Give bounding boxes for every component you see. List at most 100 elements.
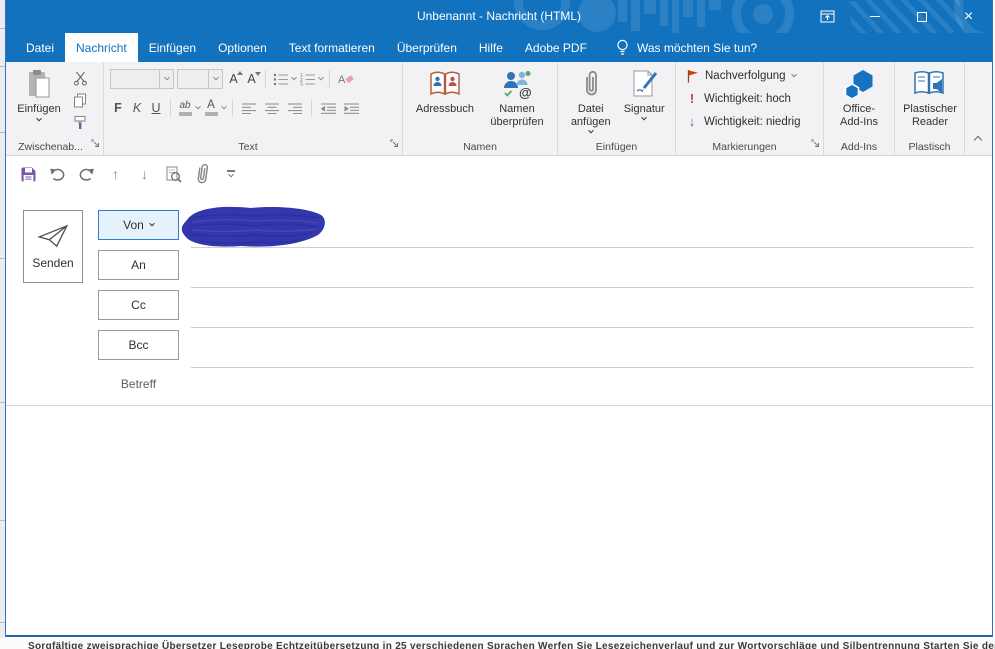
align-center-button[interactable] [262, 99, 282, 117]
group-label-text: Text [238, 141, 258, 153]
grow-font-button[interactable]: A [226, 71, 243, 86]
check-names-button[interactable]: @ Namen überprüfen [483, 66, 551, 129]
group-addins: Office- Add-Ins Add-Ins [824, 62, 895, 155]
dialog-launcher-icon[interactable] [390, 135, 399, 153]
send-button[interactable]: Senden [23, 210, 83, 283]
tab-optionen[interactable]: Optionen [207, 33, 278, 62]
office-addins-label-line2: Add-Ins [840, 116, 878, 128]
decrease-indent-button[interactable] [318, 99, 338, 117]
move-up-button[interactable]: ↑ [101, 161, 130, 187]
font-color-button[interactable]: A [203, 100, 219, 116]
chevron-down-icon[interactable] [221, 103, 227, 110]
move-down-button[interactable]: ↓ [130, 161, 159, 187]
print-preview-button[interactable] [159, 161, 188, 187]
quick-access-toolbar: ↑ ↓ [6, 156, 992, 192]
scissors-icon [73, 71, 87, 86]
signature-button[interactable]: Signatur [619, 66, 669, 134]
align-left-icon [242, 103, 256, 114]
print-preview-icon [166, 166, 182, 183]
separator [311, 99, 312, 117]
tab-einfuegen[interactable]: Einfügen [138, 33, 207, 62]
attach-file-button[interactable]: Datei anfügen [564, 66, 617, 134]
copy-icon [74, 93, 86, 107]
cc-input[interactable] [191, 297, 974, 327]
chevron-down-icon [208, 70, 222, 88]
decrease-indent-icon [320, 103, 336, 114]
cut-button[interactable] [70, 69, 90, 87]
close-icon: × [963, 7, 974, 25]
clipboard-paste-icon [25, 68, 53, 100]
highlight-color-button[interactable]: ab [177, 100, 193, 116]
separator [170, 99, 171, 117]
from-button[interactable]: Von [98, 210, 179, 240]
ribbon-display-options-button[interactable] [804, 0, 851, 33]
align-left-button[interactable] [239, 99, 259, 117]
italic-button[interactable]: K [129, 101, 145, 115]
save-button[interactable] [14, 161, 43, 187]
format-painter-button[interactable] [70, 113, 90, 131]
clear-formatting-button[interactable]: A [336, 70, 356, 88]
copy-button[interactable] [70, 91, 90, 109]
font-size-combobox[interactable] [177, 69, 223, 89]
importance-high-button[interactable]: ! Wichtigkeit: hoch [680, 87, 819, 110]
from-label: Von [123, 218, 144, 232]
bcc-button[interactable]: Bcc [98, 330, 179, 360]
customize-quick-access-button[interactable] [221, 170, 241, 178]
address-book-button[interactable]: Adressbuch [409, 66, 481, 129]
tab-text-formatieren[interactable]: Text formatieren [278, 33, 386, 62]
align-right-icon [288, 103, 302, 114]
minimize-button[interactable] [851, 0, 898, 33]
address-book-label: Adressbuch [415, 103, 475, 115]
attach-button[interactable] [188, 161, 217, 187]
chevron-down-icon [587, 127, 594, 134]
shrink-font-button[interactable]: A [244, 72, 261, 86]
redo-button[interactable] [72, 161, 101, 187]
group-label-addins: Add-Ins [840, 141, 878, 153]
office-addins-button[interactable]: Office- Add-Ins [828, 66, 890, 129]
subject-input[interactable] [191, 374, 974, 404]
bullets-button[interactable] [272, 70, 289, 88]
group-text: A A 123 A F K U ab A Text [104, 62, 403, 155]
address-book-icon [428, 68, 462, 100]
cc-button[interactable]: Cc [98, 290, 179, 320]
attach-file-label-line1: Datei [577, 103, 604, 115]
tab-datei[interactable]: Datei [15, 33, 65, 62]
cc-label: Cc [131, 298, 146, 312]
follow-up-label: Nachverfolgung [705, 69, 786, 82]
underline-button[interactable]: U [148, 101, 164, 115]
bold-button[interactable]: F [110, 101, 126, 115]
follow-up-button[interactable]: Nachverfolgung [680, 64, 819, 87]
importance-low-button[interactable]: ↓ Wichtigkeit: niedrig [680, 110, 819, 133]
titlebar: Unbenannt - Nachricht (HTML) × [6, 0, 992, 33]
tab-ueberpruefen[interactable]: Überprüfen [386, 33, 468, 62]
dialog-launcher-icon[interactable] [91, 135, 100, 153]
immersive-reader-button[interactable]: Plastischer Reader [899, 66, 961, 129]
paste-button[interactable]: Einfügen [12, 66, 66, 131]
tell-me-box[interactable]: Was möchten Sie tun? [616, 33, 757, 62]
tab-adobe-pdf[interactable]: Adobe PDF [514, 33, 598, 62]
tab-nachricht[interactable]: Nachricht [65, 33, 138, 62]
collapse-ribbon-button[interactable] [973, 130, 983, 148]
maximize-button[interactable] [898, 0, 945, 33]
numbering-button[interactable]: 123 [299, 70, 316, 88]
to-input[interactable] [191, 257, 974, 287]
undo-button[interactable] [43, 161, 72, 187]
ribbon-display-options-icon [820, 10, 835, 23]
paperclip-icon [583, 68, 599, 100]
align-center-icon [265, 103, 279, 114]
align-right-button[interactable] [285, 99, 305, 117]
close-button[interactable]: × [945, 0, 992, 33]
tab-hilfe[interactable]: Hilfe [468, 33, 514, 62]
dialog-launcher-icon[interactable] [811, 135, 820, 153]
svg-text:@: @ [519, 85, 532, 99]
font-name-combobox[interactable] [110, 69, 174, 89]
chevron-down-icon[interactable] [195, 103, 201, 110]
increase-indent-button[interactable] [341, 99, 361, 117]
chevron-down-icon[interactable] [291, 74, 297, 81]
chevron-down-icon[interactable] [318, 74, 324, 81]
bcc-input[interactable] [191, 337, 974, 367]
low-importance-icon: ↓ [688, 114, 696, 129]
to-button[interactable]: An [98, 250, 179, 280]
message-body-input[interactable] [6, 406, 992, 635]
group-label-zwischenablage: Zwischenab... [18, 141, 83, 153]
